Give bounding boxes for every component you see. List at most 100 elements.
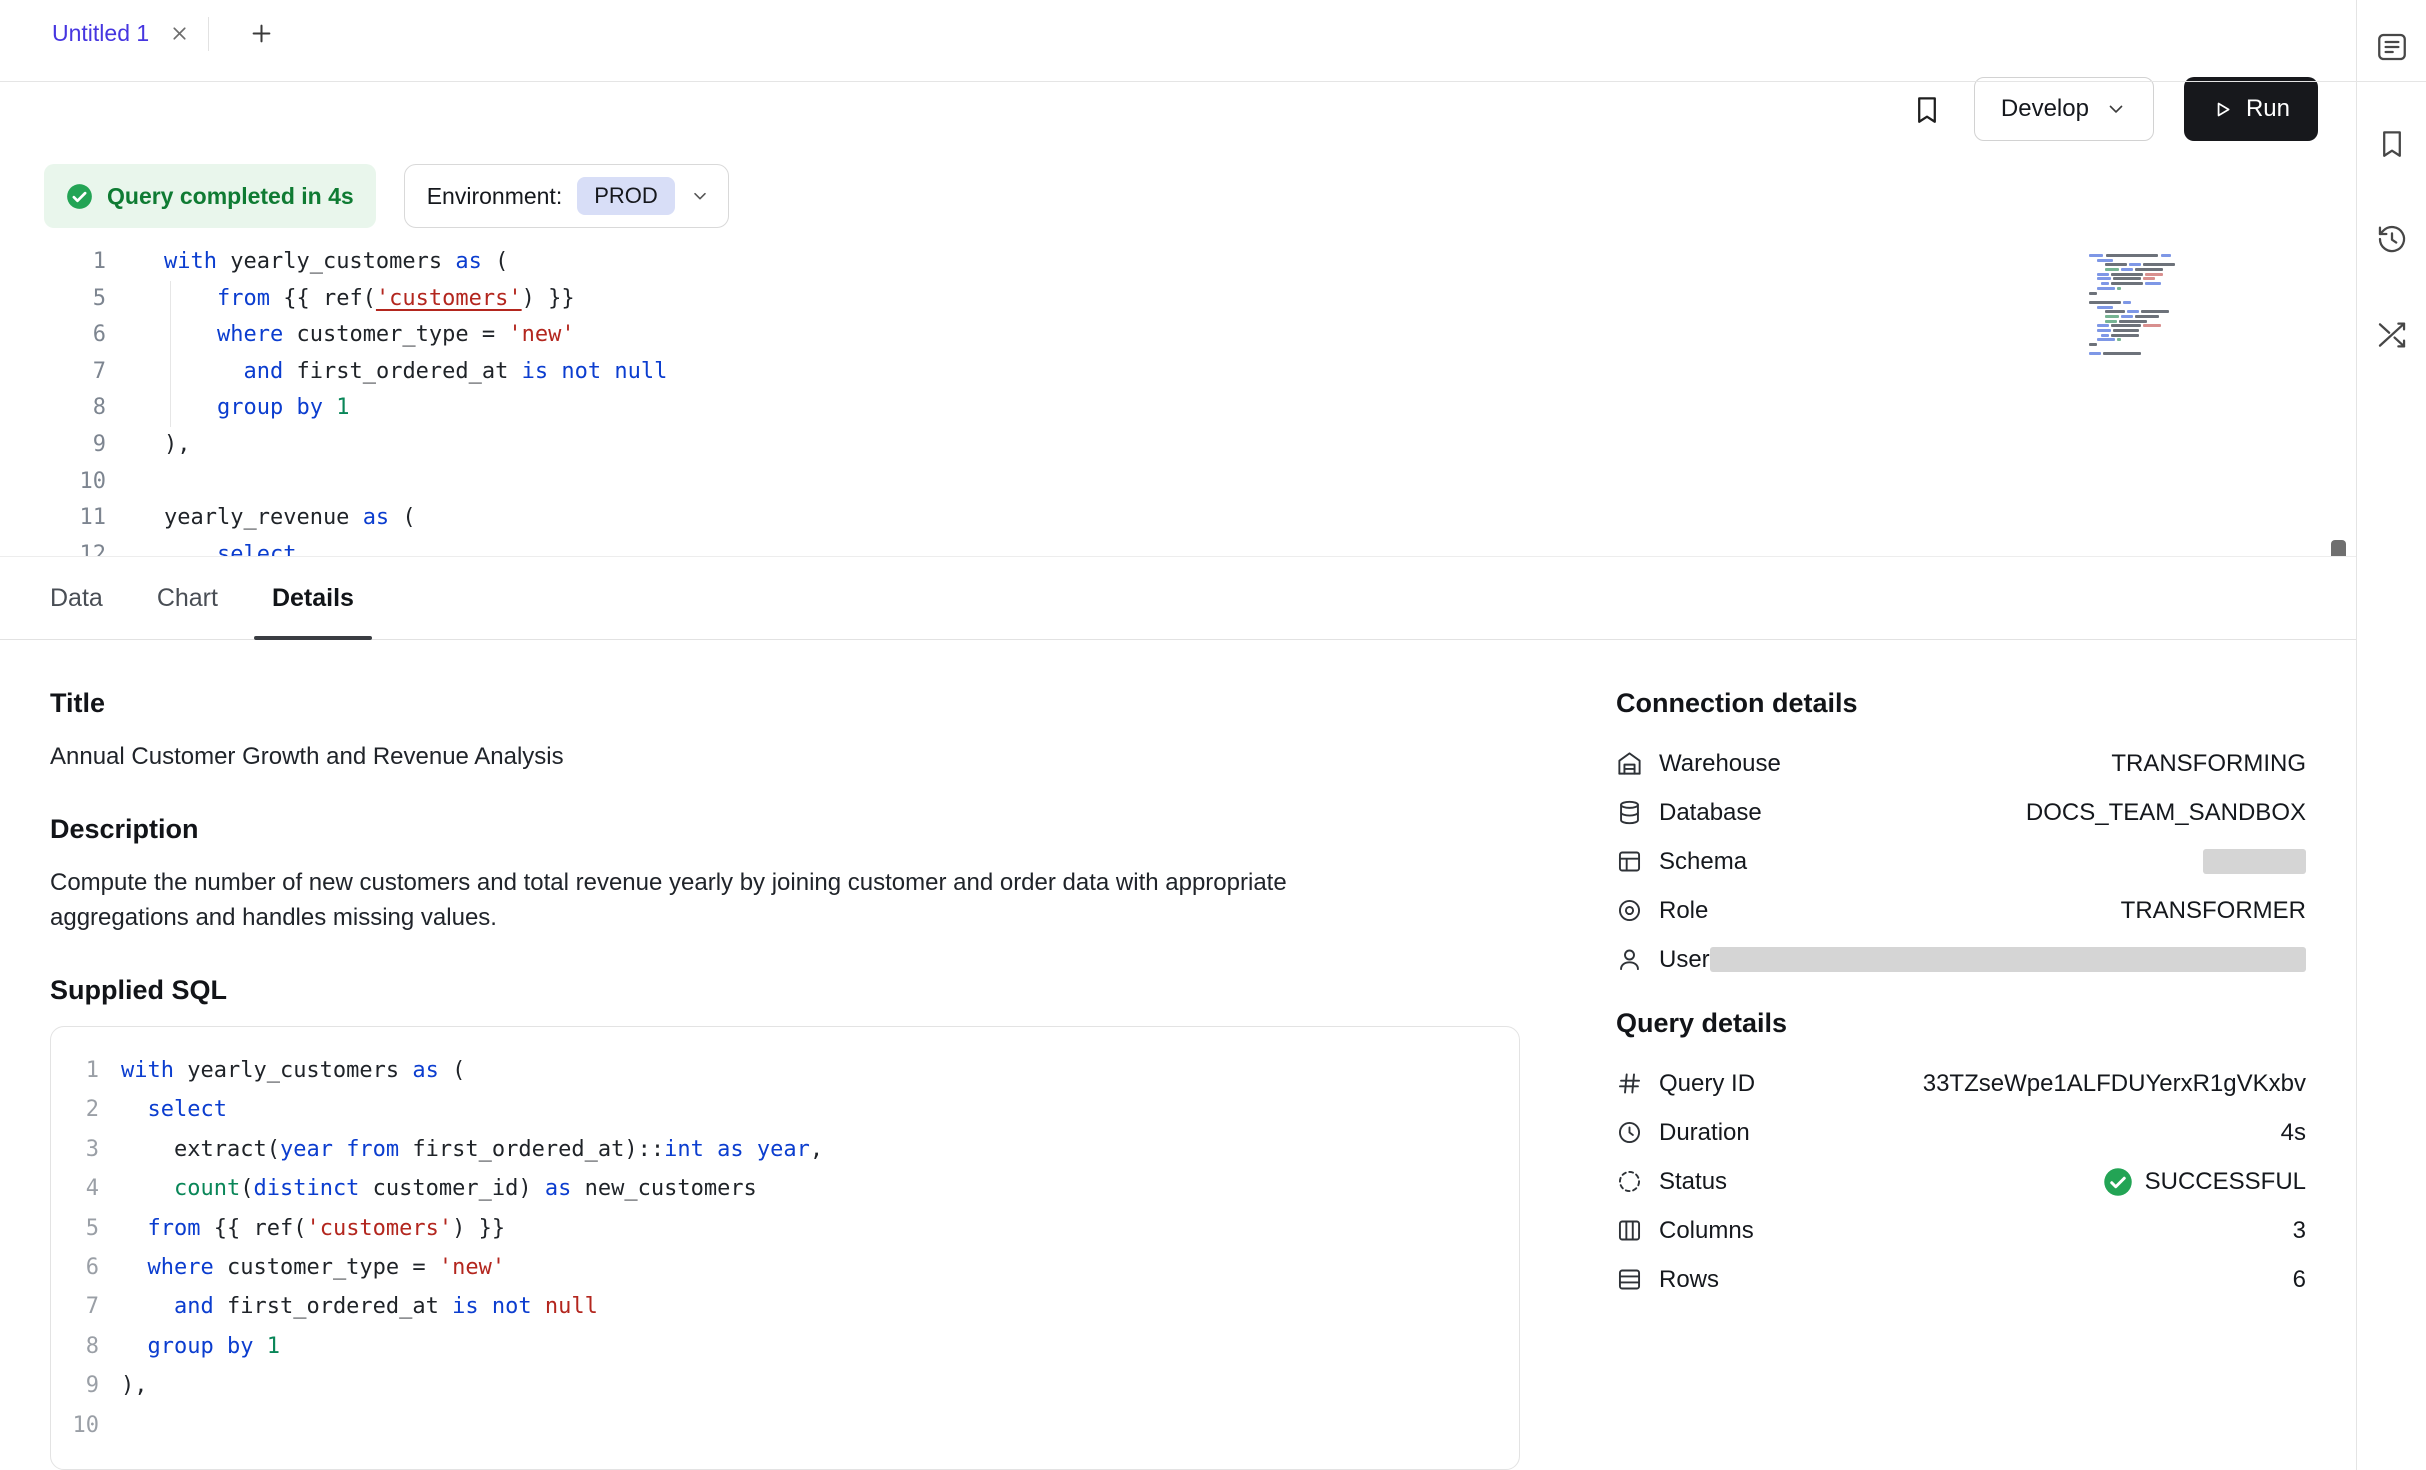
- clock-icon: [1616, 1119, 1643, 1146]
- line-number: 11: [0, 500, 106, 537]
- run-label: Run: [2246, 95, 2290, 123]
- results-tab-chart[interactable]: Chart: [157, 557, 218, 639]
- bookmark-button[interactable]: [1910, 92, 1944, 126]
- success-check-icon: [66, 183, 93, 210]
- query-details-list: Query ID33TZseWpe1ALFDUYerxR1gVKxbvDurat…: [1616, 1059, 2306, 1304]
- schema-row: Schema: [1616, 837, 2306, 886]
- warehouse-icon: [1616, 750, 1643, 777]
- play-icon: [2212, 99, 2233, 120]
- code-line: 5 from {{ ref('customers') }}: [0, 281, 2356, 318]
- connection-details-heading: Connection details: [1616, 688, 2306, 719]
- environment-badge: PROD: [577, 177, 675, 215]
- code-line: 6 where customer_type = 'new': [51, 1248, 1519, 1287]
- tab-divider: [208, 17, 209, 51]
- editor-scrollbar-thumb[interactable]: [2331, 540, 2346, 556]
- warehouse-row: WarehouseTRANSFORMING: [1616, 739, 2306, 788]
- check-circle-icon: [2103, 1167, 2133, 1197]
- app-window: Untitled 1 Develop: [0, 0, 2426, 1470]
- bookmark-icon: [1910, 92, 1944, 126]
- line-number: 8: [51, 1327, 99, 1366]
- detail-value: SUCCESSFUL: [2103, 1167, 2306, 1197]
- line-number: 8: [0, 390, 106, 427]
- statusbar: Query completed in 4s Environment: PROD: [0, 164, 2356, 228]
- new-tab-button[interactable]: [241, 14, 281, 54]
- supplied-sql-code: 1with yearly_customers as (2 select3 ext…: [51, 1051, 1519, 1445]
- detail-label: Warehouse: [1659, 750, 1781, 778]
- details-tab-content: Title Annual Customer Growth and Revenue…: [0, 640, 2356, 1470]
- detail-label: Columns: [1659, 1217, 1754, 1245]
- develop-label: Develop: [2001, 95, 2089, 123]
- code-line: 4 count(distinct customer_id) as new_cus…: [51, 1169, 1519, 1208]
- lineage-icon: [2375, 318, 2409, 352]
- line-number: 10: [51, 1406, 99, 1445]
- role-row: RoleTRANSFORMER: [1616, 886, 2306, 935]
- line-number: 9: [51, 1366, 99, 1405]
- close-tab-icon[interactable]: [169, 23, 190, 44]
- supplied-sql-heading: Supplied SQL: [50, 975, 1520, 1006]
- line-number: 1: [51, 1051, 99, 1090]
- line-number: 4: [51, 1169, 99, 1208]
- environment-selector[interactable]: Environment: PROD: [404, 164, 729, 228]
- user-row: User: [1616, 935, 2306, 984]
- run-button[interactable]: Run: [2184, 77, 2318, 141]
- code-line: 10: [51, 1406, 1519, 1445]
- columns-row: Columns 3: [1616, 1206, 2306, 1255]
- description-heading: Description: [50, 814, 1520, 845]
- code-line: 1with yearly_customers as (: [51, 1051, 1519, 1090]
- editor-minimap[interactable]: [2089, 254, 2206, 364]
- results-tab-data[interactable]: Data: [50, 557, 103, 639]
- code-line: 7 and first_ordered_at is not null: [51, 1287, 1519, 1326]
- query-status-pill: Query completed in 4s: [44, 164, 376, 228]
- chevron-down-icon: [690, 186, 710, 206]
- code-line: 5 from {{ ref('customers') }}: [51, 1209, 1519, 1248]
- code-line: 1with yearly_customers as (: [0, 244, 2356, 281]
- redacted-value: [2203, 849, 2306, 874]
- detail-label: Status: [1659, 1168, 1727, 1196]
- results-tab-details[interactable]: Details: [272, 557, 354, 639]
- user-icon: [1616, 946, 1643, 973]
- line-number: 5: [0, 281, 106, 318]
- detail-value: 6: [2293, 1266, 2306, 1294]
- detail-label: Schema: [1659, 848, 1747, 876]
- code-line: 12 select: [0, 537, 2356, 556]
- environment-label: Environment:: [427, 183, 563, 210]
- code-line: 11yearly_revenue as (: [0, 500, 2356, 537]
- tab-untitled-1[interactable]: Untitled 1: [0, 0, 208, 68]
- schema-icon: [1616, 848, 1643, 875]
- redacted-value: [1710, 947, 2306, 972]
- line-number: 5: [51, 1209, 99, 1248]
- bookmark-icon: [2375, 126, 2409, 160]
- line-number: 1: [0, 244, 106, 281]
- lineage-button[interactable]: [2369, 312, 2415, 358]
- results-list-button[interactable]: [2369, 24, 2415, 70]
- database-icon: [1616, 799, 1643, 826]
- results-panel: Data Chart Details Title Annual Customer G…: [0, 556, 2356, 1470]
- code-line: 3 extract(year from first_ordered_at)::i…: [51, 1130, 1519, 1169]
- status-row: Status SUCCESSFUL: [1616, 1157, 2306, 1206]
- line-number: 7: [51, 1287, 99, 1326]
- saved-queries-button[interactable]: [2369, 120, 2415, 166]
- detail-label: User: [1659, 946, 1710, 974]
- detail-value: 3: [2293, 1217, 2306, 1245]
- line-number: 6: [0, 317, 106, 354]
- line-number: 2: [51, 1090, 99, 1129]
- code-line: 8 group by 1: [51, 1327, 1519, 1366]
- title-heading: Title: [50, 688, 1520, 719]
- spinner-icon: [1616, 1168, 1643, 1195]
- editor-code: 1with yearly_customers as (5 from {{ ref…: [0, 244, 2356, 556]
- code-line: 2 select: [51, 1090, 1519, 1129]
- connection-details-list: WarehouseTRANSFORMINGDatabaseDOCS_TEAM_S…: [1616, 739, 2306, 984]
- line-number: 7: [0, 354, 106, 391]
- detail-value: 4s: [2281, 1119, 2306, 1147]
- sql-editor[interactable]: 1with yearly_customers as (5 from {{ ref…: [0, 232, 2356, 556]
- query-details-heading: Query details: [1616, 1008, 2306, 1039]
- code-line: 7 and first_ordered_at is not null: [0, 354, 2356, 391]
- history-icon: [2375, 222, 2409, 256]
- right-icon-rail: [2356, 0, 2426, 1470]
- detail-value: 33TZseWpe1ALFDUYerxR1gVKxbv: [1923, 1070, 2306, 1098]
- history-button[interactable]: [2369, 216, 2415, 262]
- develop-dropdown[interactable]: Develop: [1974, 77, 2154, 141]
- detail-value: TRANSFORMER: [2121, 897, 2306, 925]
- query-status-text: Query completed in 4s: [107, 183, 354, 210]
- line-number: 10: [0, 464, 106, 501]
